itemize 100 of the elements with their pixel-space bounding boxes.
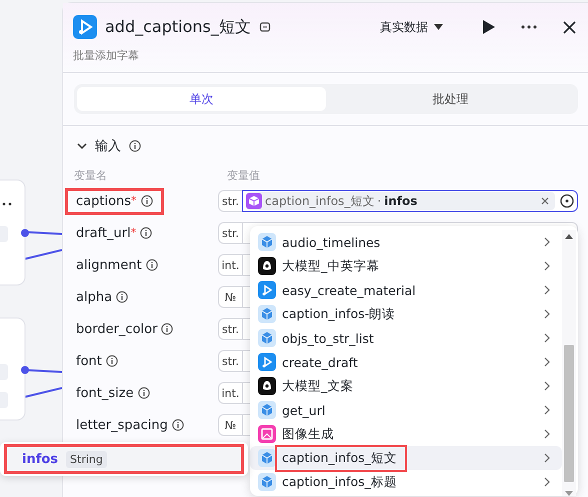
chevron-right-icon [544, 381, 550, 391]
dropdown-item-label: caption_infos_标题 [282, 472, 397, 491]
section-title: 输入 [95, 138, 121, 155]
chevron-right-icon [544, 429, 550, 439]
window-title: add_captions_短文 [105, 16, 251, 38]
info-icon[interactable] [116, 291, 128, 303]
param-name: font_size [76, 386, 134, 400]
bot-icon [258, 377, 276, 395]
plugin-icon [258, 449, 276, 467]
dropdown-item-label: 大模型_文案 [282, 376, 354, 395]
info-icon[interactable] [161, 323, 174, 335]
dropdown-item[interactable]: 大模型_文案 [250, 374, 562, 398]
param-name: font [76, 354, 102, 368]
dropdown-item[interactable]: easy_create_material [250, 278, 562, 302]
dropdown-item-label: objs_to_str_list [282, 330, 374, 346]
plugin-icon [258, 473, 276, 491]
dropdown-item-label: easy_create_material [282, 282, 416, 298]
dropdown-item[interactable]: caption_infos_标题 [250, 470, 562, 494]
dropdown-item[interactable]: audio_timelines [250, 230, 562, 254]
column-header: 变量值 [227, 168, 260, 183]
param-name: border_color [76, 322, 158, 336]
cube-icon [246, 193, 262, 209]
info-icon[interactable] [129, 140, 141, 152]
caret-icon [434, 24, 443, 30]
edit-icon[interactable] [258, 21, 271, 33]
dropdown-item-label: 大模型_中英字幕 [282, 256, 380, 275]
type-badge: № [218, 286, 242, 308]
bot-icon [258, 257, 276, 275]
type-badge: str. [218, 318, 242, 340]
field-name: infos [22, 452, 58, 466]
plugin-icon [258, 305, 276, 323]
more-icon[interactable] [521, 25, 537, 29]
param-name: draft_url [76, 226, 131, 240]
type-badge: int. [218, 254, 242, 276]
chevron-right-icon [544, 309, 550, 319]
dropdown-item[interactable]: caption_infos-朗读 [250, 302, 562, 326]
chevron-right-icon [544, 453, 550, 463]
node-card[interactable] [0, 180, 26, 286]
play-app-icon [258, 281, 276, 299]
dropdown-item-label: caption_infos-朗读 [282, 304, 396, 323]
type-badge: № [218, 414, 242, 436]
chevron-right-icon [544, 261, 550, 271]
param-name: letter_spacing [76, 418, 168, 432]
target-icon[interactable] [560, 194, 574, 208]
close-icon[interactable] [563, 20, 576, 34]
type-tag: String [66, 450, 107, 468]
tab[interactable]: 批处理 [326, 87, 575, 111]
info-icon[interactable] [140, 227, 152, 239]
node-description: 批量添加字幕 [73, 48, 140, 63]
port-dot[interactable] [21, 229, 29, 237]
separator: · [377, 194, 382, 208]
info-icon[interactable] [172, 419, 184, 431]
image-icon [258, 425, 276, 443]
type-badge: str. [218, 222, 242, 244]
reference-field: infos [384, 194, 418, 208]
value-field[interactable]: caption_infos_短文 · infos [242, 190, 578, 212]
plugin-icon [258, 329, 276, 347]
popup-item[interactable]: infos String [4, 444, 244, 474]
data-mode-dropdown[interactable]: 真实数据 [380, 18, 443, 36]
type-badge: str. [218, 350, 242, 372]
scroll-down-icon[interactable] [565, 491, 573, 496]
param-name: captions [76, 194, 132, 208]
info-icon[interactable] [138, 387, 150, 399]
chevron-right-icon [544, 357, 550, 367]
type-badge: int. [218, 382, 242, 404]
chevron-icon[interactable] [77, 142, 87, 150]
required-mark: * [131, 194, 137, 206]
play-icon[interactable] [483, 20, 495, 34]
play-app-icon [73, 15, 97, 39]
dropdown-item-label: get_url [282, 402, 326, 418]
dropdown-item[interactable]: create_draft [250, 350, 562, 374]
node-card[interactable] [0, 318, 26, 420]
required-mark: * [130, 226, 136, 238]
dropdown-item-label: 图像生成 [282, 424, 334, 442]
scroll-up-icon[interactable] [565, 234, 573, 239]
chevron-right-icon [544, 405, 550, 415]
dropdown-item-label: create_draft [282, 354, 358, 370]
dropdown-item[interactable]: get_url [250, 398, 562, 422]
info-icon[interactable] [146, 259, 158, 271]
scrollbar[interactable] [562, 230, 576, 496]
plugin-icon [258, 233, 276, 251]
play-app-icon [258, 353, 276, 371]
info-icon[interactable] [140, 195, 153, 207]
reference-source: caption_infos_短文 [265, 192, 374, 210]
plugin-icon [258, 401, 276, 419]
tab[interactable]: 单次 [77, 87, 326, 111]
dropdown-item[interactable]: 图像生成 [250, 422, 562, 446]
dropdown-item[interactable]: 大模型_中英字幕 [250, 254, 562, 278]
chevron-right-icon [544, 237, 550, 247]
dropdown-item-label: audio_timelines [282, 234, 380, 250]
column-header: 变量名 [74, 168, 108, 183]
clear-icon[interactable] [541, 197, 549, 205]
chevron-right-icon [544, 285, 550, 295]
chevron-right-icon [544, 477, 550, 487]
dropdown-item[interactable]: objs_to_str_list [250, 326, 562, 350]
chevron-right-icon [544, 333, 550, 343]
port-dot[interactable] [21, 366, 29, 374]
dropdown-item[interactable]: caption_infos_短文 [250, 446, 562, 470]
param-name: alignment [76, 258, 142, 272]
info-icon[interactable] [106, 355, 118, 367]
